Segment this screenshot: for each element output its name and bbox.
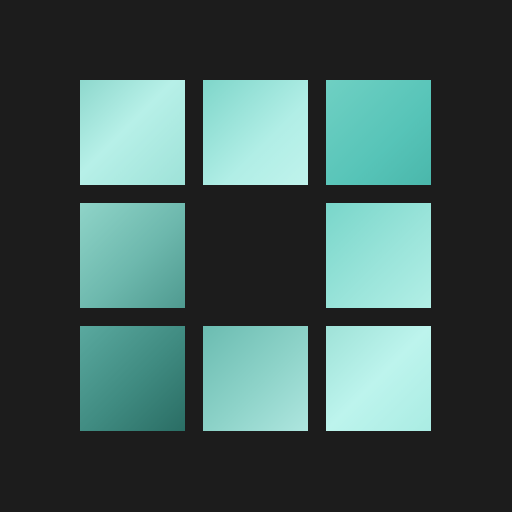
grid-tile-r1c1 — [80, 80, 185, 185]
grid-tile-r3c1 — [80, 326, 185, 431]
grid-tile-r3c3 — [326, 326, 431, 431]
grid-tile-r3c2 — [203, 326, 308, 431]
grid-tile-r2c3 — [326, 203, 431, 308]
grid-tile-r2c1 — [80, 203, 185, 308]
grid-tile-r1c2 — [203, 80, 308, 185]
grid-tile-r1c3 — [326, 80, 431, 185]
app-icon — [0, 0, 512, 512]
